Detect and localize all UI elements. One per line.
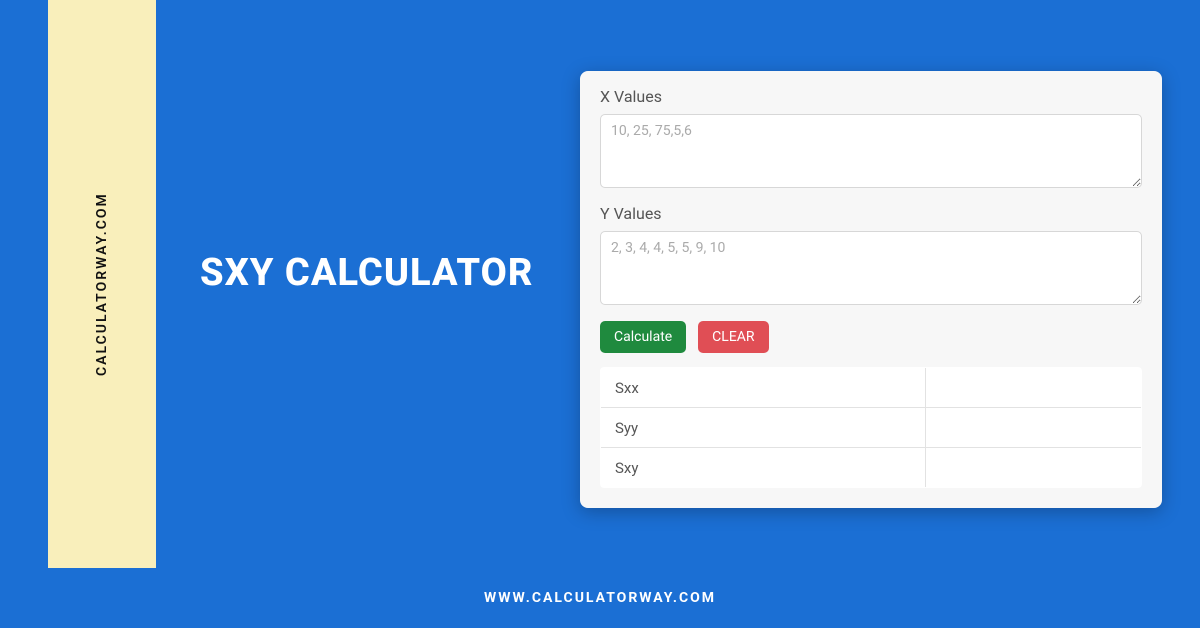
calculate-button[interactable]: Calculate <box>600 321 686 353</box>
y-values-label: Y Values <box>600 204 1142 223</box>
result-value-sxy <box>925 448 1141 488</box>
result-label-sxy: Sxy <box>601 448 926 488</box>
x-values-label: X Values <box>600 87 1142 106</box>
button-row: Calculate CLEAR <box>600 321 1142 353</box>
x-values-group: X Values <box>600 87 1142 192</box>
y-values-input[interactable] <box>600 231 1142 305</box>
result-value-syy <box>925 408 1141 448</box>
page-title: SXY CALCULATOR <box>200 251 540 297</box>
table-row: Syy <box>601 408 1142 448</box>
result-value-sxx <box>925 368 1141 408</box>
sidebar-site-label: CALCULATORWAY.COM <box>48 0 156 568</box>
clear-button[interactable]: CLEAR <box>698 321 768 353</box>
table-row: Sxx <box>601 368 1142 408</box>
footer-url: WWW.CALCULATORWAY.COM <box>0 590 1200 606</box>
y-values-group: Y Values <box>600 204 1142 309</box>
x-values-input[interactable] <box>600 114 1142 188</box>
calculator-panel: X Values Y Values Calculate CLEAR Sxx Sy… <box>580 71 1162 508</box>
results-table: Sxx Syy Sxy <box>600 367 1142 488</box>
result-label-sxx: Sxx <box>601 368 926 408</box>
table-row: Sxy <box>601 448 1142 488</box>
result-label-syy: Syy <box>601 408 926 448</box>
